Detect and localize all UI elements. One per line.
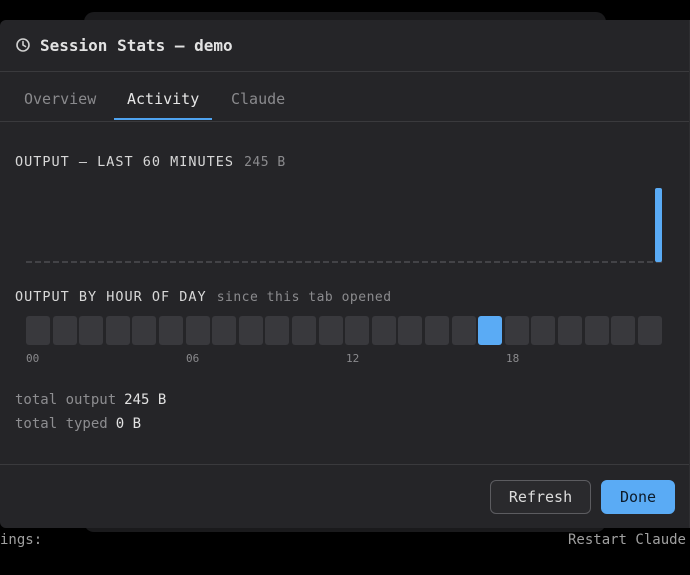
status-left-text: ings: <box>0 532 43 548</box>
hour-cell <box>105 316 130 345</box>
hour-cell <box>558 316 582 345</box>
restart-claude-link[interactable]: Restart Claude <box>568 532 686 548</box>
total-typed-label: total typed <box>15 416 108 432</box>
output-timeline-title: OUTPUT — LAST 60 MINUTES <box>15 154 235 170</box>
done-button[interactable]: Done <box>601 480 675 514</box>
hour-cell <box>425 316 449 345</box>
tab-bar: Overview Activity Claude <box>0 72 689 122</box>
dialog-title: Session Stats — demo <box>40 36 233 55</box>
hour-cell <box>531 316 556 345</box>
hour-label-12: 12 <box>346 352 360 365</box>
hour-label-18: 18 <box>506 352 520 365</box>
output-timeline-chart <box>26 188 662 263</box>
output-timeline-heading: OUTPUT — LAST 60 MINUTES 245 B <box>15 154 286 170</box>
hour-cell <box>185 316 210 345</box>
tab-claude[interactable]: Claude <box>231 90 285 108</box>
refresh-button[interactable]: Refresh <box>490 480 591 514</box>
clock-icon <box>16 38 30 52</box>
total-typed-row: total typed 0 B <box>15 416 141 432</box>
session-stats-dialog: Session Stats — demo Overview Activity C… <box>0 20 690 528</box>
hour-cell <box>451 316 476 345</box>
hour-cell <box>345 316 370 345</box>
timeline-bar <box>655 188 662 262</box>
hour-label-00: 00 <box>26 352 40 365</box>
hour-cell <box>504 316 529 345</box>
hour-cell <box>79 316 104 345</box>
hour-cell <box>159 316 183 345</box>
hour-cell <box>478 316 503 345</box>
active-tab-indicator <box>114 118 212 120</box>
hour-cell <box>611 316 636 345</box>
background-status-bar: ings: Restart Claude <box>0 528 690 552</box>
hourly-title: OUTPUT BY HOUR OF DAY <box>15 289 207 305</box>
dialog-footer: Refresh Done <box>0 464 689 529</box>
hourly-heading: OUTPUT BY HOUR OF DAY since this tab open… <box>15 289 392 305</box>
hourly-heatmap <box>26 316 666 346</box>
hour-label-06: 06 <box>186 352 200 365</box>
output-timeline-total: 245 B <box>244 155 286 170</box>
hour-cell <box>265 316 290 345</box>
hourly-subtitle: since this tab opened <box>216 290 392 305</box>
dialog-header: Session Stats — demo <box>0 20 689 72</box>
total-output-value: 245 B <box>124 392 167 408</box>
hour-cell <box>212 316 237 345</box>
total-typed-value: 0 B <box>115 416 142 432</box>
hour-cell <box>132 316 157 345</box>
hour-cell <box>26 316 50 345</box>
total-output-row: total output 245 B <box>15 392 166 408</box>
hour-cell <box>292 316 316 345</box>
hour-cell <box>371 316 396 345</box>
hour-cell <box>318 316 343 345</box>
total-output-label: total output <box>15 392 117 408</box>
tab-overview[interactable]: Overview <box>24 90 96 108</box>
hour-cell <box>52 316 77 345</box>
hour-cell <box>238 316 263 345</box>
hour-cell <box>584 316 609 345</box>
hour-cell <box>398 316 423 345</box>
hour-cell <box>637 316 662 345</box>
tab-activity[interactable]: Activity <box>127 90 199 108</box>
